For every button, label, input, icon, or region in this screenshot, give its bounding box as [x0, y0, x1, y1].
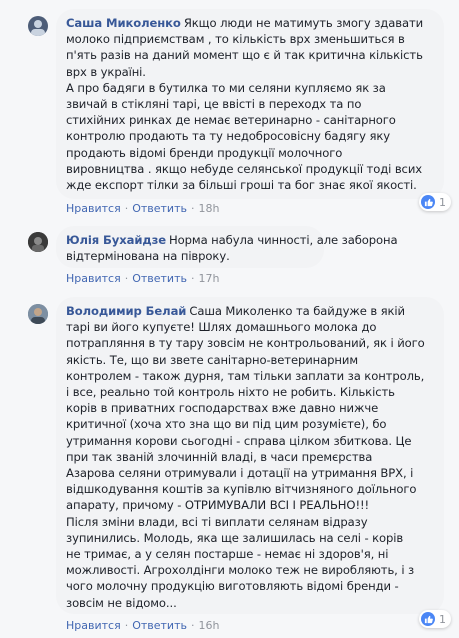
- thumbs-up-icon: [421, 612, 435, 626]
- thumbs-up-icon: [421, 195, 435, 209]
- comment-line: чого молочну продукцію виготовляють відо…: [66, 579, 399, 594]
- comment-line: звичай в стікляні тарі, це ввісті в пере…: [66, 97, 362, 112]
- comment-line: врх в україні.: [66, 64, 146, 79]
- comment-line: зупинились. Молодь, яка ще залишилась на…: [66, 530, 404, 545]
- comment-author[interactable]: Володимир Белай: [66, 304, 186, 318]
- comment-line: потрапляння в ту тару зовсім не контроль…: [66, 336, 425, 351]
- comment-line: відшкодування коштів за купівлю вітчизня…: [66, 482, 417, 497]
- comment-bubble: Саша Миколенко Якщо люди не матимуть змог…: [56, 9, 444, 199]
- reply-link[interactable]: Ответить: [132, 202, 187, 215]
- separator: ·: [190, 619, 195, 632]
- comment-actions: Нравится · Ответить · 17h: [66, 272, 219, 285]
- reply-link[interactable]: Ответить: [132, 619, 187, 632]
- comment-line: можливості. Агрохолдінги молоко теж не в…: [66, 563, 415, 578]
- comment-line: зовсім не відомо...: [66, 595, 177, 610]
- separator: ·: [124, 619, 129, 632]
- comment-line: апарату, причому - ОТРИМУВАЛИ ВСІ І РЕАЛ…: [66, 498, 370, 513]
- separator: ·: [190, 272, 195, 285]
- comment-line: жде експорт тілки за більші гроші та бог…: [66, 178, 417, 193]
- comment-line: Володимир Белай Саша Миколенко та байдуже…: [66, 304, 405, 318]
- comment-line: Саша Миколенко Якщо люди не матимуть змог…: [66, 16, 424, 30]
- comment-line: утримання корови сьогодні - справа цілко…: [66, 433, 412, 448]
- like-link[interactable]: Нравится: [66, 202, 121, 215]
- comment-line: критичної (хоча хто зна що ви під цим ро…: [66, 417, 387, 432]
- timestamp[interactable]: 17h: [198, 272, 219, 285]
- comment-actions: Нравится · Ответить · 16h: [66, 619, 219, 632]
- timestamp[interactable]: 16h: [198, 619, 219, 632]
- comment-line: якість. Те, що ви звете санітарно-ветери…: [66, 352, 358, 367]
- comment-line: контролем - також дурня, там тільки запл…: [66, 368, 425, 383]
- comment-line: вировництва . якщо небуде селянської про…: [66, 161, 423, 176]
- separator: ·: [124, 272, 129, 285]
- timestamp[interactable]: 18h: [198, 202, 219, 215]
- comment-bubble: Юлія Бухайдзе Норма набула чинності, але …: [56, 226, 398, 268]
- comment-actions: Нравится · Ответить · 18h: [66, 202, 219, 215]
- comment-line: молоко підприємствам , то кількість врх …: [66, 32, 405, 47]
- avatar[interactable]: [28, 16, 48, 36]
- comment-author[interactable]: Саша Миколенко: [66, 16, 181, 30]
- reaction-count: 1: [439, 195, 446, 209]
- comment-line: корів в приватних господарствах вже давн…: [66, 401, 379, 416]
- comment-line: п'ять разів на даний момент що є й так к…: [66, 48, 423, 63]
- comment-line: Юлія Бухайдзе Норма набула чинності, але …: [66, 233, 398, 247]
- avatar[interactable]: [28, 304, 48, 324]
- reply-link[interactable]: Ответить: [132, 272, 187, 285]
- like-link[interactable]: Нравится: [66, 619, 121, 632]
- comment-line: А про бадяги в бутилка то ми селяни купл…: [66, 80, 386, 95]
- avatar[interactable]: [28, 232, 48, 252]
- comment-line: продають відомі бренди продукції молочно…: [66, 145, 343, 160]
- comment-line: відтермінована на півроку.: [66, 249, 230, 264]
- comment-line: при так званій злочинній владі, в часи п…: [66, 449, 373, 464]
- comment-line: стихійних ринках де немає ветеринарно - …: [66, 113, 396, 128]
- reaction-badge[interactable]: 1: [419, 610, 451, 628]
- comment-line: Після зміни влади, всі ті виплати селяна…: [66, 514, 368, 529]
- like-link[interactable]: Нравится: [66, 272, 121, 285]
- reaction-count: 1: [439, 612, 446, 626]
- comment-bubble: Володимир Белай Саша Миколенко та байдуже…: [56, 297, 444, 614]
- comment-line: не тримає, а у селян постарше - немає ні…: [66, 547, 389, 562]
- comment-line: Азарова селяни отримували і дотації на у…: [66, 466, 414, 481]
- reaction-badge[interactable]: 1: [419, 193, 451, 211]
- comment-line: і все, реально той контроль ніхто не роб…: [66, 385, 395, 400]
- comment-line: тарі ви його купуєте! Шлях домашнього мо…: [66, 320, 377, 335]
- comment-author[interactable]: Юлія Бухайдзе: [66, 233, 166, 247]
- separator: ·: [124, 202, 129, 215]
- comment-line: контролю продають та ту недобросовісну б…: [66, 129, 391, 144]
- separator: ·: [190, 202, 195, 215]
